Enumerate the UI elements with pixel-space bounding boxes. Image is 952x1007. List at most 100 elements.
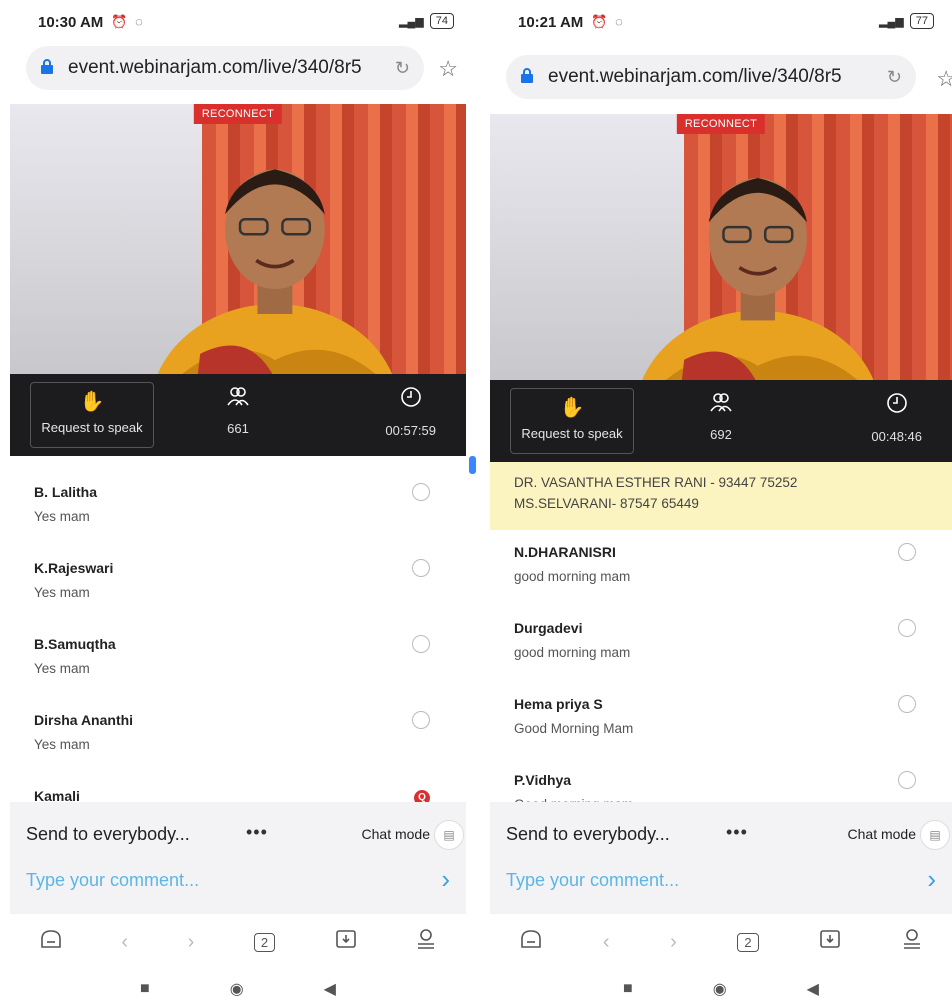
select-message-radio[interactable] <box>412 635 430 653</box>
download-icon[interactable] <box>819 929 841 955</box>
profile-icon[interactable] <box>902 928 922 956</box>
comment-input[interactable] <box>506 870 846 891</box>
chat-message[interactable]: B. Lalitha Yes mam <box>10 470 466 546</box>
recents-icon[interactable]: ■ <box>140 980 150 998</box>
chat-composer: Send to everybody... ••• Chat mode ▤ › <box>10 802 466 914</box>
back-icon[interactable]: ‹ <box>121 931 128 954</box>
chat-message[interactable]: Kamali Q <box>10 774 466 802</box>
home-circle-icon[interactable]: ◉ <box>230 979 244 999</box>
browser-nav-bar: ‹ › 2 <box>490 914 952 970</box>
phone-screen-left: 10:30 AM ⏰ ◌ ▂▄▆ 74 event.webinarjam.com… <box>0 0 476 1007</box>
chat-author: Dirsha Ananthi <box>34 712 134 728</box>
chat-author: B. Lalitha <box>34 484 98 500</box>
send-icon[interactable]: › <box>927 864 936 895</box>
signal-icon: ▂▄▆ <box>399 15 424 28</box>
elapsed-timer: 00:48:46 <box>871 392 922 444</box>
chat-list[interactable]: N.DHARANISRI good morning mam Durgadevi goo… <box>490 530 952 802</box>
send-to-selector[interactable]: Send to everybody... <box>506 824 670 845</box>
chat-message[interactable]: Dirsha Ananthi Yes mam <box>10 698 466 774</box>
chat-message[interactable]: B.Samuqtha Yes mam <box>10 622 466 698</box>
chat-message[interactable]: Hema priya S Good Morning Mam <box>490 682 952 758</box>
download-icon[interactable] <box>335 929 357 955</box>
select-message-radio[interactable] <box>898 695 916 713</box>
home-icon[interactable] <box>40 929 62 955</box>
forward-icon[interactable]: › <box>670 931 677 954</box>
battery-icon: 74 <box>429 13 454 29</box>
chat-author: Kamali <box>34 788 80 802</box>
select-message-radio[interactable] <box>898 619 916 637</box>
video-feed: RECONNECT <box>490 114 952 380</box>
reconnect-button[interactable]: RECONNECT <box>676 114 766 134</box>
chat-mode-label[interactable]: Chat mode <box>848 826 916 842</box>
url-text: event.webinarjam.com/live/340/8r5 <box>68 57 362 78</box>
back-triangle-icon[interactable]: ◀ <box>324 979 336 999</box>
reconnect-button[interactable]: RECONNECT <box>193 104 283 124</box>
chat-scroll-thumb[interactable] <box>469 456 476 474</box>
status-time: 10:21 AM <box>518 13 584 31</box>
chat-author: Durgadevi <box>514 620 583 636</box>
request-to-speak-button[interactable]: ✋ Request to speak <box>510 388 634 454</box>
back-triangle-icon[interactable]: ◀ <box>807 979 819 999</box>
forward-icon[interactable]: › <box>188 931 195 954</box>
reload-icon[interactable]: ↻ <box>887 67 902 88</box>
more-options-icon[interactable]: ••• <box>246 822 268 843</box>
webinar-controls: ✋ Request to speak 692 00:48:46 <box>490 380 952 462</box>
system-nav-bar: ■ ◉ ◀ <box>0 970 476 1007</box>
elapsed-timer: 00:57:59 <box>385 386 436 438</box>
back-icon[interactable]: ‹ <box>603 931 610 954</box>
video-feed: RECONNECT <box>10 104 466 374</box>
star-icon[interactable]: ☆ <box>936 66 952 92</box>
recents-icon[interactable]: ■ <box>623 980 633 998</box>
chat-author: Hema priya S <box>514 696 603 712</box>
signal-icon: ▂▄▆ <box>879 15 904 28</box>
chat-message[interactable]: Durgadevi good morning mam <box>490 606 952 682</box>
chat-message[interactable]: P.VidhyaGood morning mam <box>490 758 952 802</box>
chat-list[interactable]: B. Lalitha Yes mam K.Rajeswari Yes mam B.Sam… <box>10 470 466 802</box>
tab-count-button[interactable]: 2 <box>253 932 276 952</box>
home-icon[interactable] <box>520 929 542 955</box>
address-bar[interactable]: event.webinarjam.com/live/340/8r5 ↻ <box>506 55 916 99</box>
chat-message[interactable]: K.Rajeswari Yes mam <box>10 546 466 622</box>
select-message-radio[interactable] <box>412 711 430 729</box>
chat-mode-icon[interactable]: ▤ <box>920 820 950 850</box>
chat-author: K.Rajeswari <box>34 560 114 576</box>
question-badge[interactable]: Q <box>414 790 430 802</box>
raise-hand-icon: ✋ <box>559 397 585 419</box>
select-message-radio[interactable] <box>412 483 430 501</box>
select-message-radio[interactable] <box>898 771 916 789</box>
star-icon[interactable]: ☆ <box>438 56 458 82</box>
chat-text: Yes mam <box>34 509 90 524</box>
status-bar: 10:30 AM ⏰ ◌ ▂▄▆ 74 <box>0 0 476 44</box>
pinned-notice: DR. VASANTHA ESTHER RANI - 93447 75252 MS… <box>490 462 952 530</box>
more-options-icon[interactable]: ••• <box>726 822 748 843</box>
select-message-radio[interactable] <box>898 543 916 561</box>
home-circle-icon[interactable]: ◉ <box>713 979 727 999</box>
tab-count-button[interactable]: 2 <box>737 932 759 952</box>
comment-input[interactable] <box>26 870 366 891</box>
reload-icon[interactable]: ↻ <box>395 58 410 79</box>
raise-hand-icon: ✋ <box>79 391 105 413</box>
system-nav-bar: ■ ◉ ◀ <box>490 970 952 1007</box>
send-to-selector[interactable]: Send to everybody... <box>26 824 190 845</box>
notice-line: DR. VASANTHA ESTHER RANI - 93447 75252 <box>514 475 798 490</box>
timer-value: 00:57:59 <box>385 423 436 438</box>
profile-icon[interactable] <box>416 928 436 956</box>
status-bar: 10:21 AM ⏰ ◌ ▂▄▆ 77 <box>490 0 952 44</box>
chat-author: N.DHARANISRI <box>514 544 616 560</box>
viewer-count: 661 <box>227 386 249 436</box>
clock-icon <box>871 392 922 419</box>
request-to-speak-button[interactable]: ✋ Request to speak <box>30 382 154 448</box>
address-bar[interactable]: event.webinarjam.com/live/340/8r5 ↻ <box>26 46 424 90</box>
notification-icons: ⏰ ◌ <box>591 14 625 29</box>
notification-icons: ⏰ ◌ <box>111 14 145 29</box>
request-to-speak-label: Request to speak <box>521 426 623 441</box>
chat-message[interactable]: N.DHARANISRI good morning mam <box>490 530 952 606</box>
notice-line: MS.SELVARANI- 87547 65449 <box>514 496 699 511</box>
send-icon[interactable]: › <box>441 864 450 895</box>
phone-screen-right: 10:21 AM ⏰ ◌ ▂▄▆ 77 event.webinarjam.com… <box>490 0 952 1007</box>
viewers-icon <box>227 386 249 411</box>
presenter-figure <box>642 178 874 380</box>
chat-mode-icon[interactable]: ▤ <box>434 820 464 850</box>
chat-mode-label[interactable]: Chat mode <box>362 826 430 842</box>
select-message-radio[interactable] <box>412 559 430 577</box>
